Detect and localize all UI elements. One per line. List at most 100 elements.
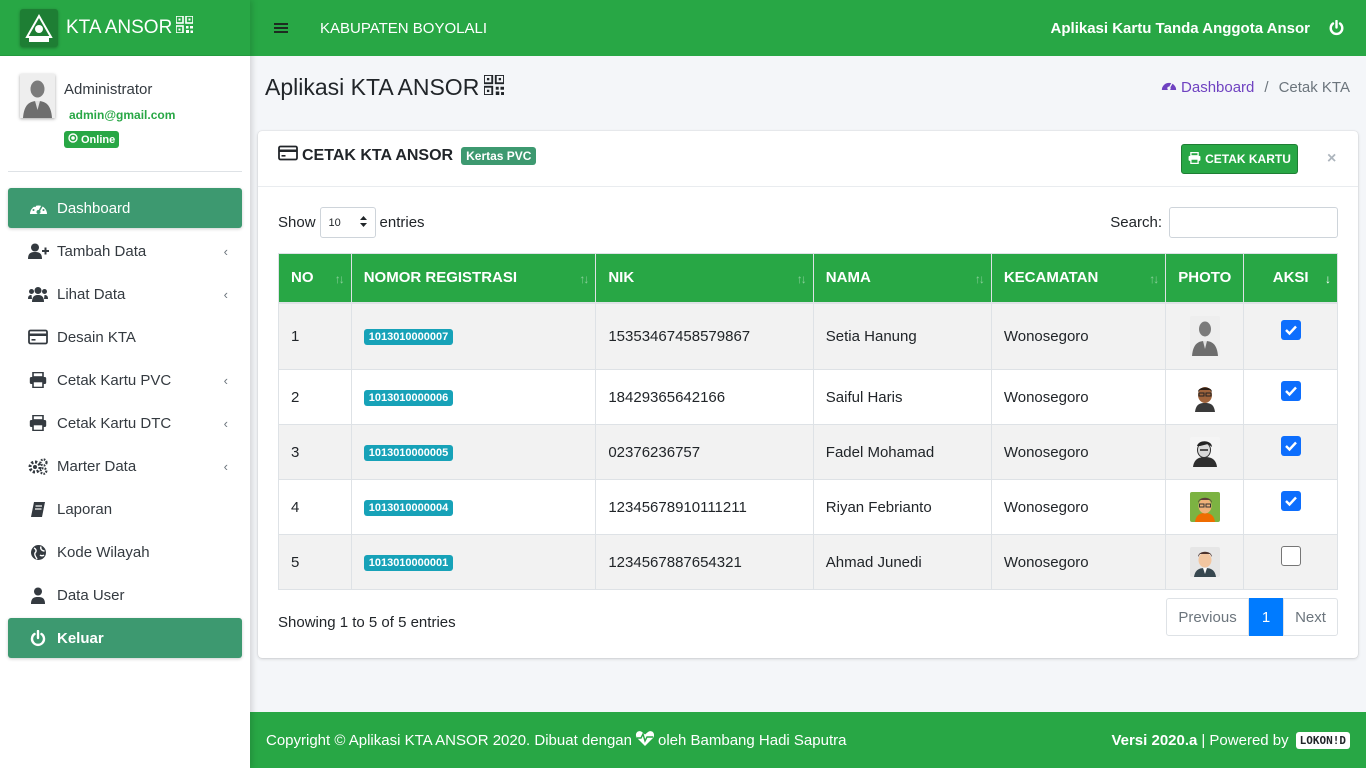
pagination-page-1[interactable]: 1: [1249, 598, 1283, 636]
breadcrumb-dashboard-link[interactable]: Dashboard: [1161, 78, 1254, 96]
brand[interactable]: KTA ANSOR: [0, 0, 250, 56]
close-icon[interactable]: ×: [1327, 150, 1336, 168]
sidebar-item-desain-kta[interactable]: Desain KTA: [8, 317, 242, 357]
user-name[interactable]: Administrator: [64, 81, 152, 98]
book-icon: [27, 501, 49, 518]
cetak-kartu-button[interactable]: CETAK KARTU: [1181, 144, 1298, 174]
cell-no: 5: [278, 534, 352, 590]
copyright-text: Copyright © Aplikasi KTA ANSOR 2020. Dib…: [266, 731, 632, 749]
power-icon: [27, 629, 49, 647]
sidebar-item-cetak-kartu-dtc[interactable]: Cetak Kartu DTC ‹: [8, 403, 242, 443]
footer: Copyright © Aplikasi KTA ANSOR 2020. Dib…: [250, 712, 1366, 768]
printer-icon: [27, 372, 49, 388]
cell-kecamatan: Wonosegoro: [990, 479, 1167, 535]
sidebar-item-label: Lihat Data: [57, 285, 126, 303]
cell-kecamatan: Wonosegoro: [990, 534, 1167, 590]
search-control: Search:: [1110, 207, 1338, 238]
sidebar-item-data-user[interactable]: Data User: [8, 575, 242, 615]
sidebar-item-cetak-kartu-pvc[interactable]: Cetak Kartu PVC ‹: [8, 360, 242, 400]
page-length-select[interactable]: 10: [319, 207, 376, 238]
table-row[interactable]: 4 1013010000004 12345678910111211 Riyan …: [278, 479, 1338, 535]
power-icon[interactable]: [1329, 19, 1344, 40]
heartbeat-icon: [635, 730, 655, 751]
kta-table: NO ↑↓ NOMOR REGISTRASI ↑↓ NIK ↑↓ NAMA ↑↓ KEC…: [278, 253, 1338, 590]
column-header-no[interactable]: NO ↑↓: [278, 253, 352, 304]
navbar-title[interactable]: KABUPATEN BOYOLALI: [320, 20, 487, 37]
select-checkbox[interactable]: [1280, 546, 1301, 566]
sort-icon: ↑↓: [334, 272, 345, 286]
registration-badge: 1013010000004: [363, 500, 454, 516]
breadcrumb-current: Cetak KTA: [1278, 78, 1350, 96]
cell-nama: Fadel Mohamad: [812, 424, 992, 480]
member-photo[interactable]: [1189, 316, 1220, 357]
sidebar-item-label: Keluar: [57, 629, 104, 647]
registration-badge: 1013010000001: [363, 555, 454, 571]
hamburger-menu-icon[interactable]: [274, 21, 288, 35]
sort-caret-icon: [359, 215, 367, 230]
credit-card-icon: [278, 145, 298, 166]
sort-icon: ↑↓: [974, 272, 985, 286]
member-photo[interactable]: [1189, 492, 1220, 522]
lokonid-badge[interactable]: LOKON!D: [1295, 731, 1350, 749]
powered-by-text: | Powered by: [1201, 731, 1289, 749]
select-checkbox[interactable]: [1280, 320, 1301, 341]
table-row[interactable]: 2 1013010000006 18429365642166 Saiful Ha…: [278, 369, 1338, 425]
pagination-previous[interactable]: Previous: [1166, 598, 1249, 636]
column-header-kecamatan[interactable]: KECAMATAN ↑↓: [990, 253, 1167, 304]
sidebar-item-lihat-data[interactable]: Lihat Data ‹: [8, 274, 242, 314]
pagination-next[interactable]: Next: [1283, 598, 1338, 636]
table-header-row: NO ↑↓ NOMOR REGISTRASI ↑↓ NIK ↑↓ NAMA ↑↓ KEC…: [278, 253, 1338, 304]
cell-nik: 18429365642166: [595, 369, 814, 425]
select-checkbox[interactable]: [1280, 436, 1301, 456]
cell-nik: 02376236757: [595, 424, 814, 480]
app-name: Aplikasi Kartu Tanda Anggota Ansor: [1050, 19, 1310, 37]
breadcrumb: Dashboard / Cetak KTA: [1161, 78, 1350, 96]
users-icon: [27, 286, 49, 302]
sidebar-item-label: Cetak Kartu PVC: [57, 371, 172, 389]
sidebar-item-label: Dashboard: [57, 199, 131, 217]
chevron-left-icon: ‹: [223, 287, 228, 302]
member-photo[interactable]: [1189, 547, 1220, 577]
sidebar-item-dashboard[interactable]: Dashboard: [8, 188, 242, 228]
globe-icon: [27, 544, 49, 561]
version-text: Versi 2020.a: [1111, 731, 1198, 749]
table-row[interactable]: 5 1013010000001 1234567887654321 Ahmad J…: [278, 534, 1338, 590]
sidebar-item-keluar[interactable]: Keluar: [8, 618, 242, 658]
column-header-aksi[interactable]: AKSI ↓: [1243, 253, 1338, 304]
chevron-left-icon: ‹: [223, 373, 228, 388]
select-checkbox[interactable]: [1280, 491, 1301, 511]
search-input[interactable]: [1169, 207, 1338, 238]
sidebar-item-label: Marter Data: [57, 457, 137, 475]
sort-desc-icon: ↓: [1325, 272, 1331, 286]
registration-badge: 1013010000005: [363, 445, 454, 461]
sort-icon: ↑↓: [1149, 272, 1159, 286]
sidebar-item-tambah-data[interactable]: Tambah Data ‹: [8, 231, 242, 271]
column-header-nik[interactable]: NIK ↑↓: [595, 253, 814, 304]
member-photo[interactable]: [1189, 437, 1220, 467]
cell-nik: 15353467458579867: [595, 302, 814, 370]
member-photo[interactable]: [1189, 382, 1220, 412]
sidebar-item-label: Kode Wilayah: [57, 543, 150, 561]
table-row[interactable]: 1 1013010000007 15353467458579867 Setia …: [278, 302, 1338, 370]
avatar[interactable]: [20, 74, 55, 118]
sidebar-item-kode-wilayah[interactable]: Kode Wilayah: [8, 532, 242, 572]
cell-kecamatan: Wonosegoro: [990, 369, 1167, 425]
author-text: oleh Bambang Hadi Saputra: [657, 731, 847, 749]
sidebar-item-laporan[interactable]: Laporan: [8, 489, 242, 529]
column-header-photo: PHOTO: [1165, 253, 1245, 304]
cell-nik: 12345678910111211: [595, 479, 814, 535]
sidebar-item-marter-data[interactable]: Marter Data ‹: [8, 446, 242, 486]
sidebar-item-label: Cetak Kartu DTC: [57, 414, 172, 432]
printer-icon: [1188, 151, 1201, 167]
brand-title: KTA ANSOR: [66, 16, 173, 38]
table-row[interactable]: 3 1013010000005 02376236757 Fadel Mohama…: [278, 424, 1338, 480]
select-checkbox[interactable]: [1280, 381, 1301, 401]
column-header-nama[interactable]: NAMA ↑↓: [812, 253, 992, 304]
printer-icon: [27, 415, 49, 431]
table-info: Showing 1 to 5 of 5 entries: [278, 614, 456, 631]
sort-icon: ↑↓: [579, 272, 589, 286]
tachometer-icon: [27, 200, 49, 216]
top-navbar: KABUPATEN BOYOLALI Aplikasi Kartu Tanda …: [250, 0, 1366, 56]
registration-badge: 1013010000007: [363, 329, 454, 346]
column-header-nomor-registrasi[interactable]: NOMOR REGISTRASI ↑↓: [350, 253, 597, 304]
